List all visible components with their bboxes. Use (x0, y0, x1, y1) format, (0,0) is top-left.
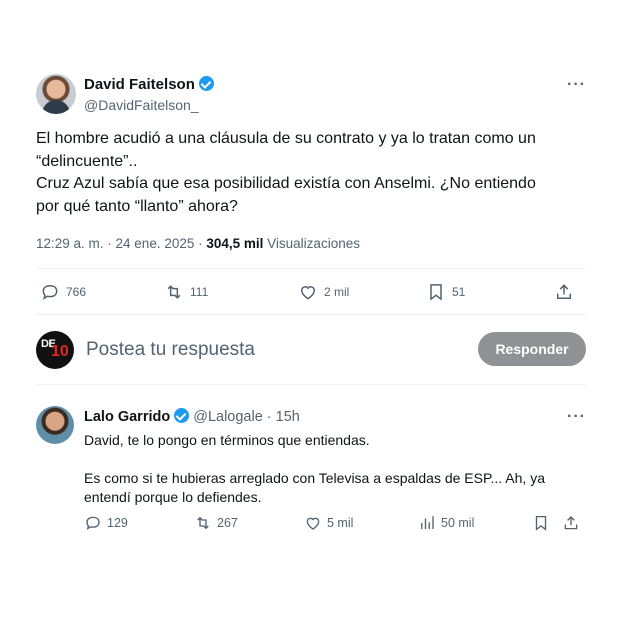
tweet-meta: 12:29 a. m. · 24 ene. 2025 · 304,5 mil V… (36, 236, 360, 251)
share-icon (557, 284, 571, 299)
retweet-count: 267 (217, 516, 238, 530)
reply-icon (42, 284, 58, 300)
bookmark-count: 51 (452, 285, 466, 299)
reply-input[interactable]: Postea tu respuesta (86, 339, 255, 361)
reply-composer: DE 10 Postea tu respuesta Responder (36, 330, 586, 370)
reply-text-line: Es como si te hubieras arreglado con Tel… (84, 470, 545, 486)
like-count: 2 mil (324, 285, 350, 299)
views-chart-icon (421, 516, 434, 529)
views-count: 304,5 mil (206, 236, 264, 251)
reply-share-action[interactable] (562, 514, 580, 532)
bookmark-action[interactable]: 51 (426, 282, 465, 302)
reply-reply-action[interactable]: 129 (84, 514, 128, 532)
bookmark-icon (535, 515, 547, 531)
reply-action[interactable]: 766 (40, 282, 86, 302)
tweet-timestamp[interactable]: 12:29 a. m. · 24 ene. 2025 · (36, 236, 206, 251)
divider (36, 268, 586, 269)
reply-text: David, te lo pongo en términos que entie… (84, 431, 564, 507)
divider (36, 314, 586, 315)
reply-header: Lalo Garrido @Lalogale · 15h (84, 408, 300, 425)
tweet-header: David Faitelson @DavidFaitelson_ ··· (36, 72, 586, 120)
reply-like-action[interactable]: 5 mil (304, 514, 353, 532)
reply-icon (86, 516, 100, 531)
tweet-actions: 766 111 2 mil 51 (36, 282, 586, 306)
tweet-text: El hombre acudió a una cláusula de su co… (36, 128, 576, 218)
heart-icon (306, 517, 320, 530)
divider (36, 384, 586, 385)
reply-bookmark-action[interactable] (532, 514, 550, 532)
author-name-row[interactable]: David Faitelson (84, 76, 214, 93)
logo-number: 10 (51, 343, 69, 360)
reply-actions: 129 267 5 mil 50 mil (84, 514, 586, 536)
reply-text-line (84, 450, 564, 469)
reply-text-line: David, te lo pongo en términos que entie… (84, 432, 370, 448)
share-action[interactable] (554, 282, 574, 302)
tweet-card: David Faitelson @DavidFaitelson_ ··· El … (22, 64, 594, 554)
reply-count: 766 (66, 285, 87, 299)
tweet-text-line: por qué tanto “llanto” ahora? (36, 197, 238, 215)
reply-text-line: entendí porque lo defiendes. (84, 489, 262, 505)
author-handle[interactable]: @DavidFaitelson_ (84, 97, 199, 113)
reply-author-avatar[interactable] (36, 406, 74, 444)
views-count: 50 mil (441, 516, 475, 530)
reply-views-action[interactable]: 50 mil (418, 514, 474, 532)
tweet-text-line: El hombre acudió a una cláusula de su co… (36, 130, 536, 147)
author-avatar[interactable] (36, 74, 76, 114)
more-options-icon[interactable]: ··· (567, 408, 586, 426)
retweet-icon (197, 516, 209, 530)
author-name[interactable]: David Faitelson (84, 76, 195, 93)
views-label: Visualizaciones (263, 236, 360, 251)
verified-badge-icon (174, 408, 190, 423)
tweet-text-line: Cruz Azul sabía que esa posibilidad exis… (36, 175, 536, 192)
user-avatar-logo[interactable]: DE 10 (36, 331, 74, 369)
retweet-action[interactable]: 111 (164, 282, 208, 302)
retweet-icon (167, 285, 181, 299)
bookmark-icon (430, 284, 442, 301)
verified-badge-icon (198, 76, 214, 91)
like-count: 5 mil (327, 516, 354, 530)
reply-retweet-action[interactable]: 267 (194, 514, 238, 532)
share-icon (564, 516, 578, 530)
reply-author-handle[interactable]: @Lalogale · 15h (193, 409, 300, 425)
reply-count: 129 (107, 516, 128, 530)
more-options-icon[interactable]: ··· (567, 76, 586, 94)
reply-button[interactable]: Responder (478, 332, 586, 366)
heart-icon (300, 286, 316, 300)
tweet-text-line: “delincuente”.. (36, 152, 138, 170)
reply-author-name[interactable]: Lalo Garrido (84, 409, 170, 425)
like-action[interactable]: 2 mil (298, 282, 349, 302)
retweet-count: 111 (190, 285, 209, 299)
